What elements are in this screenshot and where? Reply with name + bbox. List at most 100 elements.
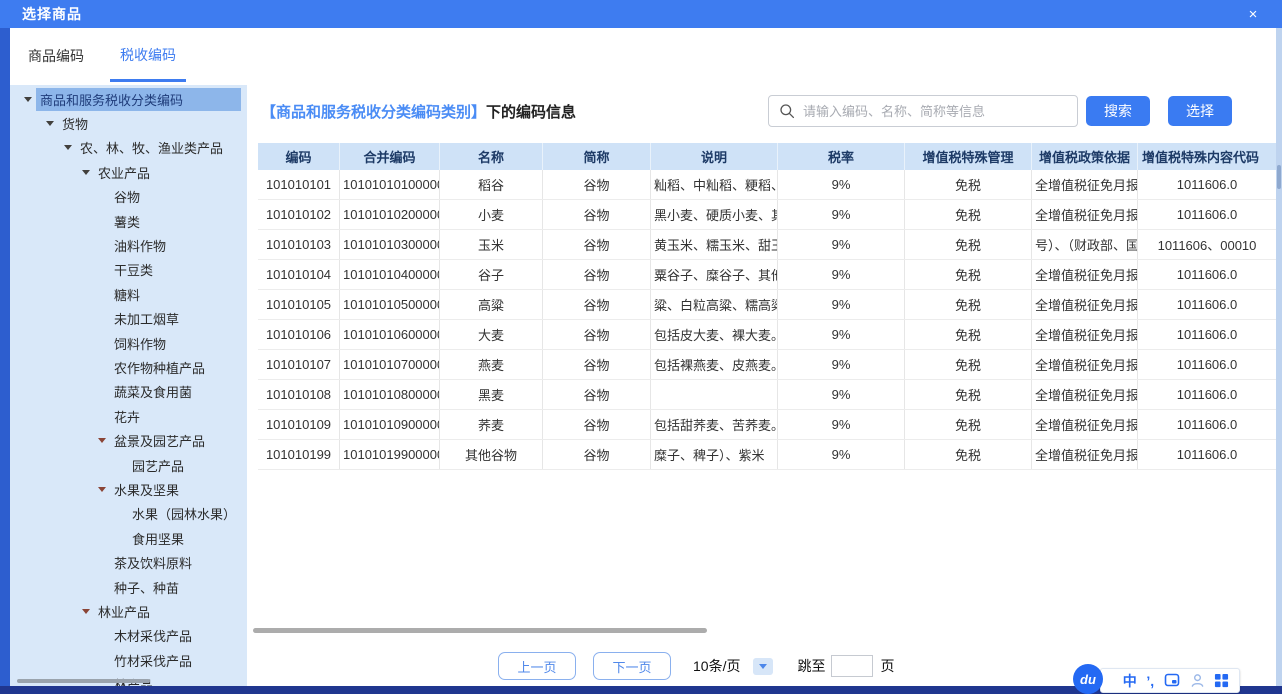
tree-item[interactable]: 油料作物 <box>10 233 247 257</box>
cell-description <box>651 380 778 409</box>
table-row[interactable]: 1010101061010101060000000000大麦谷物包括皮大麦、裸大… <box>258 320 1276 350</box>
cell-short-name: 谷物 <box>543 320 651 349</box>
cell-short-name: 谷物 <box>543 350 651 379</box>
select-button[interactable]: 选择 <box>1168 96 1232 126</box>
table-row[interactable]: 1010101071010101070000000000燕麦谷物包括裸燕麦、皮燕… <box>258 350 1276 380</box>
vertical-scrollbar-thumb[interactable] <box>1277 165 1281 189</box>
tree-item[interactable]: 蔬菜及食用菌 <box>10 380 247 404</box>
chevron-down-icon <box>78 160 94 184</box>
cell-vat-policy-basis: 全增值税征免月报的 <box>1032 200 1138 229</box>
grid-menu-icon[interactable] <box>1214 673 1229 688</box>
prev-page-button[interactable]: 上一页 <box>498 652 576 680</box>
tree-item[interactable]: 干豆类 <box>10 258 247 282</box>
table-row[interactable]: 1010101021010101020000000000小麦谷物黑小麦、硬质小麦… <box>258 200 1276 230</box>
tree-item-label: 薯类 <box>110 210 144 233</box>
cell-tax-rate: 9% <box>778 350 905 379</box>
tree-item[interactable]: 糖料 <box>10 282 247 306</box>
tree-item-label: 饲料作物 <box>110 332 170 355</box>
tree-item[interactable]: 农作物种植产品 <box>10 355 247 379</box>
chevron-down-icon <box>78 599 94 623</box>
ime-chinese-mode[interactable]: 中 <box>1123 671 1137 691</box>
cell-name: 高粱 <box>440 290 543 319</box>
cell-description: 粱、白粒高粱、糯高粱、 <box>651 290 778 319</box>
tree-item[interactable]: 食用坚果 <box>10 526 247 550</box>
tree-item[interactable]: 薯类 <box>10 209 247 233</box>
cell-merged-code: 1010101030000000000 <box>340 230 440 259</box>
cell-vat-special-management: 免税 <box>905 410 1032 439</box>
cell-merged-code: 1010101010000000000 <box>340 170 440 199</box>
chevron-down-icon <box>42 111 58 135</box>
cell-vat-special-content: 1011606.0 <box>1138 410 1276 439</box>
table-row[interactable]: 1010101081010101080000000000黑麦谷物9%免税全增值税… <box>258 380 1276 410</box>
table-horizontal-scrollbar[interactable] <box>253 628 707 633</box>
search-button[interactable]: 搜索 <box>1086 96 1150 126</box>
baidu-ime-logo[interactable]: du <box>1073 664 1103 694</box>
tree-item[interactable]: 木材采伐产品 <box>10 624 247 648</box>
cell-short-name: 谷物 <box>543 410 651 439</box>
right-window-edge <box>1276 28 1282 686</box>
chevron-down-icon[interactable] <box>753 658 773 675</box>
tree-item-label: 未加工烟草 <box>110 307 183 330</box>
tree-item-label: 干豆类 <box>110 258 157 281</box>
tree-item[interactable]: 农业产品 <box>10 160 247 184</box>
tree-item[interactable]: 种子、种苗 <box>10 575 247 599</box>
table-row[interactable]: 1010101991010101990000000000其他谷物谷物糜子、稗子）… <box>258 440 1276 470</box>
keyboard-icon[interactable] <box>1164 673 1180 688</box>
tab-product-code[interactable]: 商品编码 <box>18 30 94 82</box>
cell-name: 黑麦 <box>440 380 543 409</box>
left-window-edge <box>0 28 10 686</box>
cell-short-name: 谷物 <box>543 440 651 469</box>
tree-item[interactable]: 货物 <box>10 111 247 135</box>
cell-description: 糜子、稗子）、紫米 <box>651 440 778 469</box>
tree-item-label: 商品和服务税收分类编码 <box>36 88 241 111</box>
tree-item[interactable]: 饲料作物 <box>10 331 247 355</box>
ime-punctuation-icon[interactable]: ’, <box>1146 673 1154 689</box>
tree-item-label: 花卉 <box>110 405 144 428</box>
cell-merged-code: 1010101090000000000 <box>340 410 440 439</box>
jump-to-label: 跳至 <box>797 656 825 676</box>
cell-description: 黄玉米、糯玉米、甜玉米 <box>651 230 778 259</box>
cell-merged-code: 1010101080000000000 <box>340 380 440 409</box>
cell-description: 粟谷子、糜谷子、其他谷 <box>651 260 778 289</box>
cell-vat-special-management: 免税 <box>905 170 1032 199</box>
tree-item[interactable]: 谷物 <box>10 185 247 209</box>
tree-item[interactable]: 农、林、牧、渔业类产品 <box>10 136 247 160</box>
user-icon[interactable] <box>1190 673 1205 688</box>
tree-item[interactable]: 花卉 <box>10 404 247 428</box>
column-header: 编码 <box>258 143 340 170</box>
cell-description: 黑小麦、硬质小麦、其他 <box>651 200 778 229</box>
tree-item[interactable]: 未加工烟草 <box>10 307 247 331</box>
cell-merged-code: 1010101070000000000 <box>340 350 440 379</box>
page-unit-label: 页 <box>880 656 894 676</box>
tree-horizontal-scrollbar[interactable] <box>17 679 150 683</box>
search-input[interactable] <box>801 103 1067 120</box>
table-row[interactable]: 1010101031010101030000000000玉米谷物黄玉米、糯玉米、… <box>258 230 1276 260</box>
cell-vat-special-content: 1011606.0 <box>1138 440 1276 469</box>
cell-code: 101010102 <box>258 200 340 229</box>
tree-item[interactable]: 水果（园林水果） <box>10 502 247 526</box>
tree-item[interactable]: 盆景及园艺产品 <box>10 428 247 452</box>
close-icon[interactable]: × <box>1244 6 1262 24</box>
tree-item[interactable]: 水果及坚果 <box>10 477 247 501</box>
tree-item[interactable]: 林业产品 <box>10 599 247 623</box>
tree-item[interactable]: 园艺产品 <box>10 453 247 477</box>
column-header: 简称 <box>543 143 651 170</box>
tab-tax-code[interactable]: 税收编码 <box>110 30 186 82</box>
cell-merged-code: 1010101050000000000 <box>340 290 440 319</box>
cell-name: 燕麦 <box>440 350 543 379</box>
cell-code: 101010101 <box>258 170 340 199</box>
tree-item[interactable]: 竹材采伐产品 <box>10 648 247 672</box>
cell-vat-special-content: 1011606.0 <box>1138 200 1276 229</box>
table-row[interactable]: 1010101011010101010000000000稻谷谷物籼稻、中籼稻、粳… <box>258 170 1276 200</box>
tree-item-label: 竹材采伐产品 <box>110 649 196 672</box>
jump-page-input[interactable] <box>831 655 873 677</box>
cell-name: 玉米 <box>440 230 543 259</box>
tree-item[interactable]: 商品和服务税收分类编码 <box>10 87 247 111</box>
next-page-button[interactable]: 下一页 <box>593 652 671 680</box>
table-row[interactable]: 1010101041010101040000000000谷子谷物粟谷子、糜谷子、… <box>258 260 1276 290</box>
table-row[interactable]: 1010101091010101090000000000荞麦谷物包括甜荞麦、苦荞… <box>258 410 1276 440</box>
tree-item[interactable]: 茶及饮料原料 <box>10 550 247 574</box>
table-row[interactable]: 1010101051010101050000000000高粱谷物粱、白粒高粱、糯… <box>258 290 1276 320</box>
cell-tax-rate: 9% <box>778 410 905 439</box>
tree-item-label: 农作物种植产品 <box>110 356 209 379</box>
